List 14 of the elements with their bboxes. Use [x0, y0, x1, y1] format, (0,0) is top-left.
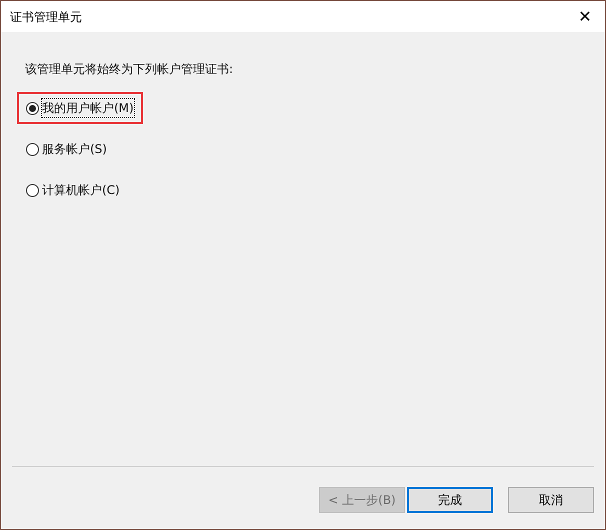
dialog-button[interactable]: 取消 — [508, 487, 594, 513]
instruction-text: 该管理单元将始终为下列帐户管理证书: — [25, 61, 234, 78]
radio-button[interactable] — [26, 184, 39, 196]
option-label: 计算机帐户(C) — [42, 182, 120, 199]
radio-button[interactable] — [26, 102, 39, 114]
close-button[interactable]: ✕ — [565, 1, 605, 32]
radio-option[interactable]: 我的用户帐户(M) — [17, 92, 143, 124]
dialog-button[interactable]: 完成 — [407, 487, 493, 513]
option-label: 我的用户帐户(M) — [42, 99, 134, 117]
radio-button[interactable] — [26, 142, 39, 156]
option-label: 服务帐户(S) — [42, 141, 107, 158]
radio-option[interactable]: 计算机帐户(C) — [17, 174, 129, 206]
window-title: 证书管理单元 — [10, 8, 82, 26]
radio-option[interactable]: 服务帐户(S) — [17, 133, 116, 165]
